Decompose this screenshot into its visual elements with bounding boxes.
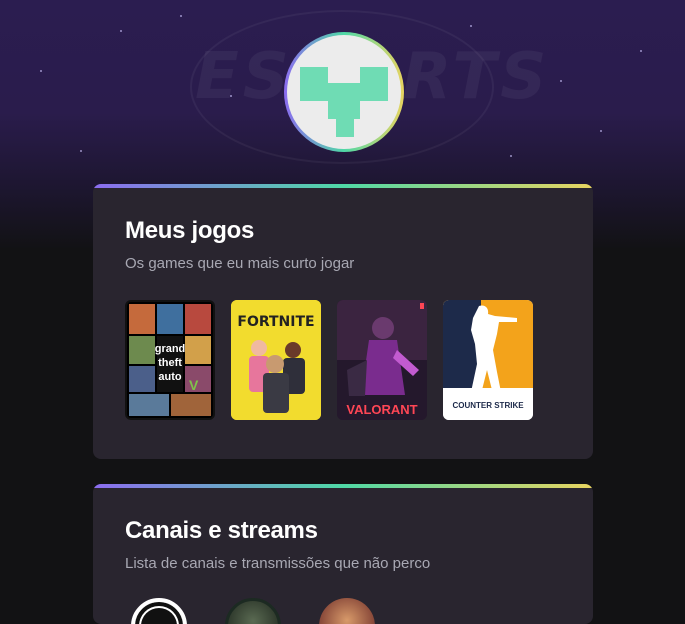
channels-list (131, 598, 375, 624)
games-list: grand theft auto V FORTNITE VALORANT COU… (125, 300, 533, 420)
channels-card: Canais e streams Lista de canais e trans… (93, 484, 593, 624)
game-cover-fortnite[interactable]: FORTNITE (231, 300, 321, 420)
profile-avatar (284, 32, 404, 152)
game-cover-counter-strike[interactable]: COUNTER STRIKE (443, 300, 533, 420)
svg-text:grand: grand (155, 343, 186, 355)
svg-text:FORTNITE: FORTNITE (237, 314, 314, 330)
games-card: Meus jogos Os games que eu mais curto jo… (93, 184, 593, 459)
game-cover-gta[interactable]: grand theft auto V (125, 300, 215, 420)
channel-avatar[interactable] (225, 598, 281, 624)
svg-text:theft: theft (158, 357, 182, 369)
games-card-subtitle: Os games que eu mais curto jogar (125, 255, 355, 272)
svg-text:COUNTER STRIKE: COUNTER STRIKE (452, 401, 524, 410)
svg-text:VALORANT: VALORANT (346, 402, 417, 417)
channels-card-title: Canais e streams (125, 517, 318, 544)
channels-card-subtitle: Lista de canais e transmissões que não p… (125, 555, 431, 572)
svg-text:V: V (189, 377, 199, 393)
svg-text:auto: auto (158, 371, 182, 383)
avatar-pixel-logo (287, 35, 401, 149)
games-card-title: Meus jogos (125, 217, 255, 244)
game-cover-valorant[interactable]: VALORANT (337, 300, 427, 420)
channel-avatar[interactable] (319, 598, 375, 624)
channel-avatar[interactable] (131, 598, 187, 624)
